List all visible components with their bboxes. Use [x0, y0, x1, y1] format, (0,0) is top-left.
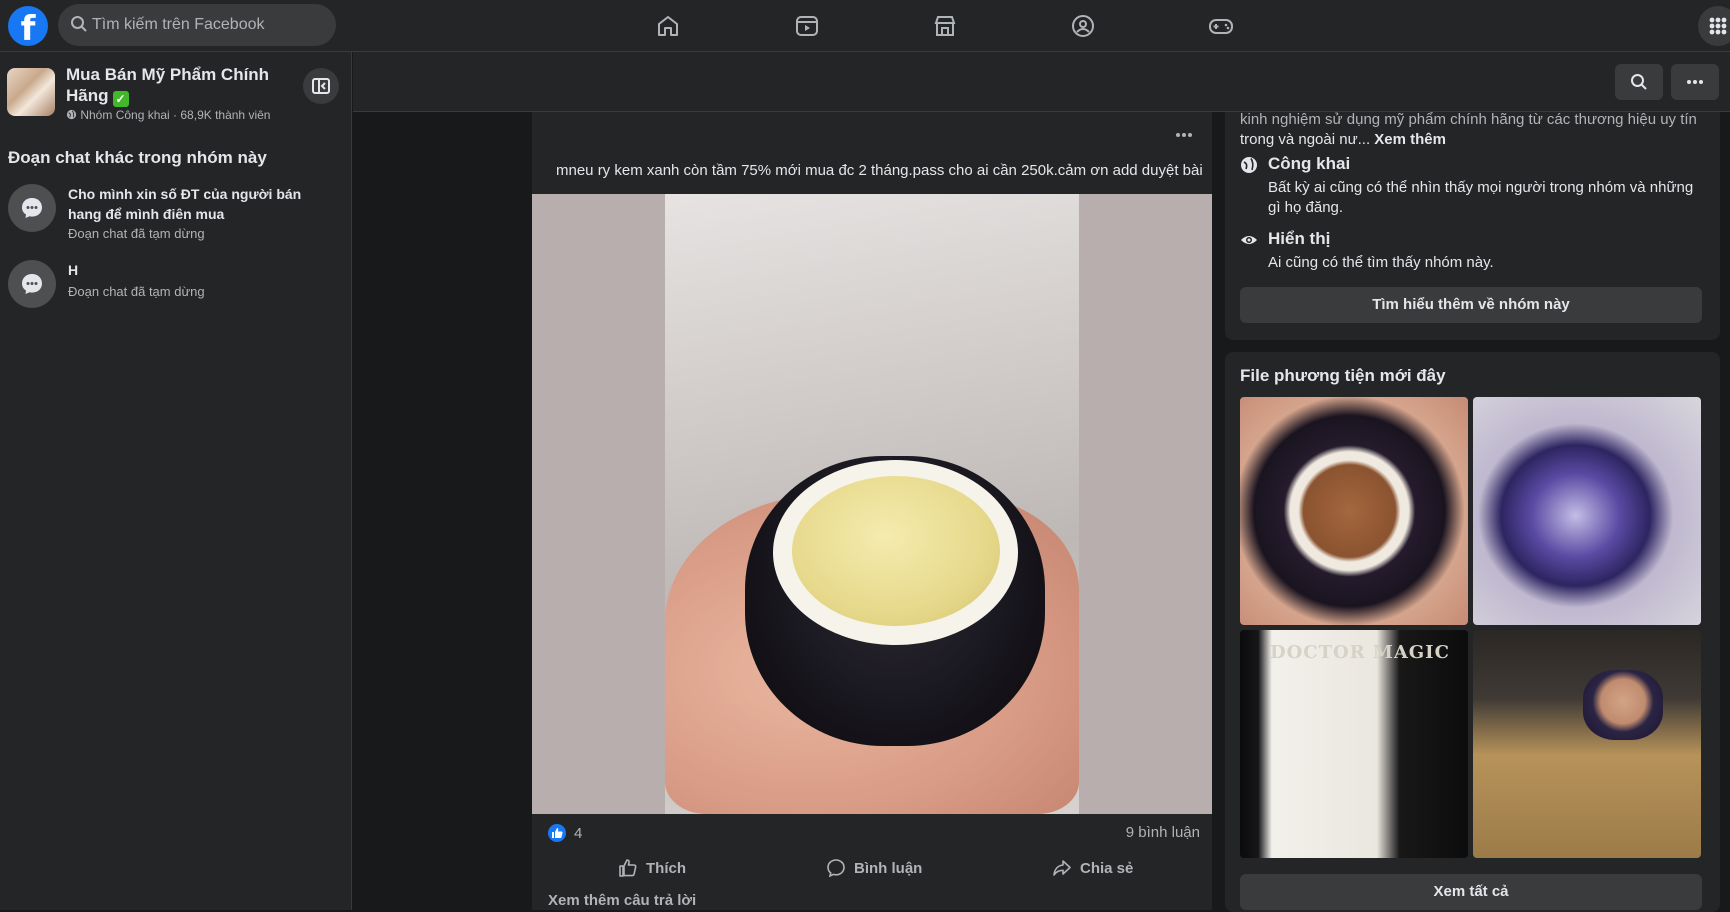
learn-more-button[interactable]: Tìm hiểu thêm về nhóm này	[1240, 287, 1702, 323]
like-button[interactable]: Thích	[618, 850, 686, 886]
visibility-title: Hiển thị	[1268, 229, 1331, 248]
media-title: File phương tiện mới đây	[1240, 366, 1446, 385]
gaming-icon[interactable]	[1205, 10, 1237, 42]
home-icon[interactable]	[652, 10, 684, 42]
reaction-summary[interactable]: 4	[548, 824, 582, 842]
more-icon	[1176, 133, 1192, 137]
chat-status: Đoạn chat đã tạm dừng	[68, 284, 205, 299]
group-header-strip	[353, 52, 1730, 112]
feed-post: mneu ry kem xanh còn tầm 75% mới mua đc …	[532, 112, 1212, 910]
chat-item[interactable]: Cho mình xin số ĐT của người bán hang để…	[8, 184, 338, 244]
post-text: mneu ry kem xanh còn tầm 75% mới mua đc …	[556, 162, 1203, 179]
see-all-button[interactable]: Xem tất cả	[1240, 874, 1702, 910]
chat-bubble-icon	[8, 260, 56, 308]
chat-status: Đoạn chat đã tạm dừng	[68, 226, 205, 241]
recent-media-card: File phương tiện mới đây DOCTOR MAGIC Xe…	[1225, 352, 1720, 912]
verified-check-icon: ✓	[112, 91, 129, 107]
left-sidebar: Mua Bán Mỹ Phẩm Chính Hãng ✓ Nhóm Công kh…	[0, 52, 352, 910]
collapse-sidebar-button[interactable]	[303, 68, 339, 104]
like-label: Thích	[646, 859, 686, 877]
share-button[interactable]: Chia sẻ	[1052, 850, 1133, 886]
grid-icon	[1709, 17, 1727, 35]
privacy-title: Công khai	[1268, 154, 1351, 173]
chat-bubble-icon	[8, 184, 56, 232]
media-thumbnail[interactable]: DOCTOR MAGIC	[1240, 630, 1468, 858]
search-input[interactable]	[92, 4, 322, 46]
media-thumbnail[interactable]	[1473, 397, 1701, 625]
marketplace-icon[interactable]	[929, 10, 961, 42]
media-thumbnail[interactable]	[1473, 630, 1701, 858]
chat-item[interactable]: H Đoạn chat đã tạm dừng	[8, 260, 338, 310]
video-icon[interactable]	[791, 10, 823, 42]
globe-icon	[1241, 157, 1257, 173]
thumbs-up-icon	[619, 859, 637, 877]
top-navigation-bar: f	[0, 0, 1730, 52]
visibility-item: Hiển thị Ai cũng có thể tìm thấy nhóm nà…	[1240, 229, 1710, 279]
search-icon	[71, 16, 87, 32]
groups-icon[interactable]	[1067, 10, 1099, 42]
chat-title: H	[68, 262, 79, 278]
eye-icon	[1241, 236, 1257, 244]
comment-label: Bình luận	[854, 859, 923, 877]
visibility-description: Ai cũng có thể tìm thấy nhóm này.	[1268, 254, 1494, 271]
media-thumbnail[interactable]	[1240, 397, 1468, 625]
group-more-button[interactable]	[1671, 64, 1719, 100]
privacy-description: Bất kỳ ai cũng có thể nhìn thấy mọi ngườ…	[1268, 179, 1694, 216]
search-icon	[1631, 74, 1647, 90]
facebook-logo[interactable]: f	[8, 6, 48, 46]
share-label: Chia sẻ	[1080, 859, 1134, 877]
group-name[interactable]: Mua Bán Mỹ Phẩm Chính Hãng ✓	[66, 64, 296, 107]
group-description: kinh nghiệm sử dụng mỹ phẩm chính hãng t…	[1240, 111, 1697, 148]
see-more-replies-link[interactable]: Xem thêm câu trả lời	[548, 892, 696, 909]
group-cover-thumbnail[interactable]	[7, 68, 55, 116]
group-meta: Nhóm Công khai · 68,9K thành viên	[66, 108, 270, 122]
search-box[interactable]	[58, 4, 336, 46]
privacy-public-item: Công khai Bất kỳ ai cũng có thể nhìn thấ…	[1240, 154, 1710, 216]
group-search-button[interactable]	[1615, 64, 1663, 100]
reaction-count: 4	[574, 824, 583, 842]
sidebar-toggle-icon	[312, 78, 330, 94]
post-photo[interactable]	[532, 194, 1212, 814]
comment-button[interactable]: Bình luận	[826, 850, 922, 886]
like-reaction-icon	[548, 824, 566, 842]
group-about-card: kinh nghiệm sử dụng mỹ phẩm chính hãng t…	[1225, 111, 1720, 340]
see-more-link[interactable]: Xem thêm	[1374, 131, 1446, 148]
chats-heading: Đoạn chat khác trong nhóm này	[8, 148, 267, 167]
cream-jar-photo	[665, 194, 1079, 814]
globe-icon	[66, 109, 77, 120]
chat-title: Cho mình xin số ĐT của người bán hang để…	[68, 186, 302, 222]
product-brand-text: DOCTOR MAGIC	[1270, 642, 1450, 663]
post-options-button[interactable]	[1166, 122, 1202, 146]
comment-count[interactable]: 9 bình luận	[1126, 824, 1200, 841]
apps-menu-button[interactable]	[1698, 6, 1730, 46]
comment-icon	[827, 859, 845, 878]
share-icon	[1053, 860, 1071, 876]
more-icon	[1687, 80, 1703, 84]
